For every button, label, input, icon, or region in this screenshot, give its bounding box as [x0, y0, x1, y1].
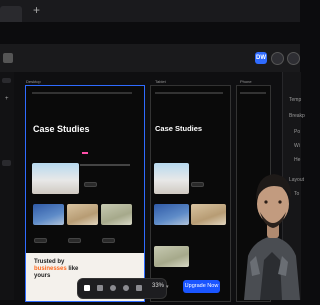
- comment-icon[interactable]: [110, 285, 116, 291]
- case-image: [154, 204, 189, 225]
- grid-icon[interactable]: [136, 285, 142, 291]
- user-avatar-button[interactable]: DW: [255, 52, 267, 64]
- breakpoint-label: Breakp: [289, 113, 305, 119]
- position-label: Po: [294, 129, 301, 135]
- case-image: [154, 246, 189, 267]
- case-image: [67, 204, 98, 225]
- layers-icon[interactable]: [2, 78, 11, 83]
- browser-tab[interactable]: [0, 6, 22, 22]
- nav-bar: [240, 92, 266, 94]
- template-label: Temp: [289, 97, 302, 103]
- case-image: [33, 204, 64, 225]
- trusted-line-2: like: [68, 266, 79, 272]
- trusted-line-1: Trusted by: [34, 259, 65, 265]
- trusted-line-3: yours: [34, 273, 51, 279]
- nav-bar: [155, 92, 223, 94]
- browser-tab-bar: [0, 0, 300, 22]
- presenter-photo: [238, 164, 300, 300]
- read-more-button[interactable]: [102, 238, 115, 243]
- case-image: [101, 204, 132, 225]
- case-image: [32, 163, 79, 194]
- trusted-highlight: businesses: [34, 266, 67, 272]
- new-tab-button[interactable]: +: [33, 3, 40, 17]
- read-more-button[interactable]: [34, 238, 47, 243]
- case-image: [154, 163, 189, 194]
- frame-tablet[interactable]: Case Studies: [150, 85, 231, 302]
- pointer-icon[interactable]: [84, 285, 90, 291]
- read-more-button[interactable]: [68, 238, 81, 243]
- frame-label-tablet[interactable]: Tablet: [155, 79, 166, 84]
- page-title: Case Studies: [155, 124, 203, 133]
- assets-icon[interactable]: [2, 160, 11, 166]
- settings-icon[interactable]: [271, 52, 284, 65]
- frame-desktop[interactable]: Case Studies Trusted by businesses like …: [25, 85, 145, 302]
- frame-label-desktop[interactable]: Desktop: [26, 79, 41, 84]
- case-image: [191, 204, 226, 225]
- width-label: Wi: [294, 143, 300, 149]
- read-more-button[interactable]: [84, 182, 97, 187]
- hand-icon[interactable]: [97, 285, 103, 291]
- share-icon[interactable]: [287, 52, 300, 65]
- page-title: Case Studies: [33, 124, 90, 134]
- trusted-heading: Trusted by businesses like yours: [34, 259, 78, 280]
- accent-mark: [82, 152, 88, 154]
- upgrade-button[interactable]: Upgrade Now: [183, 280, 220, 293]
- case-text-line: [80, 164, 130, 166]
- height-label: He: [294, 157, 301, 163]
- left-panel: [0, 72, 15, 300]
- nav-bar: [32, 92, 132, 94]
- zoom-dropdown-icon[interactable]: ▾: [166, 284, 169, 290]
- plus-icon[interactable]: +: [5, 96, 9, 102]
- frame-label-phone[interactable]: Phone: [240, 79, 252, 84]
- sidebar-toggle-icon[interactable]: [3, 53, 13, 63]
- read-more-button[interactable]: [191, 182, 204, 187]
- zoom-level[interactable]: 33%: [152, 283, 164, 289]
- ai-icon[interactable]: [123, 285, 129, 291]
